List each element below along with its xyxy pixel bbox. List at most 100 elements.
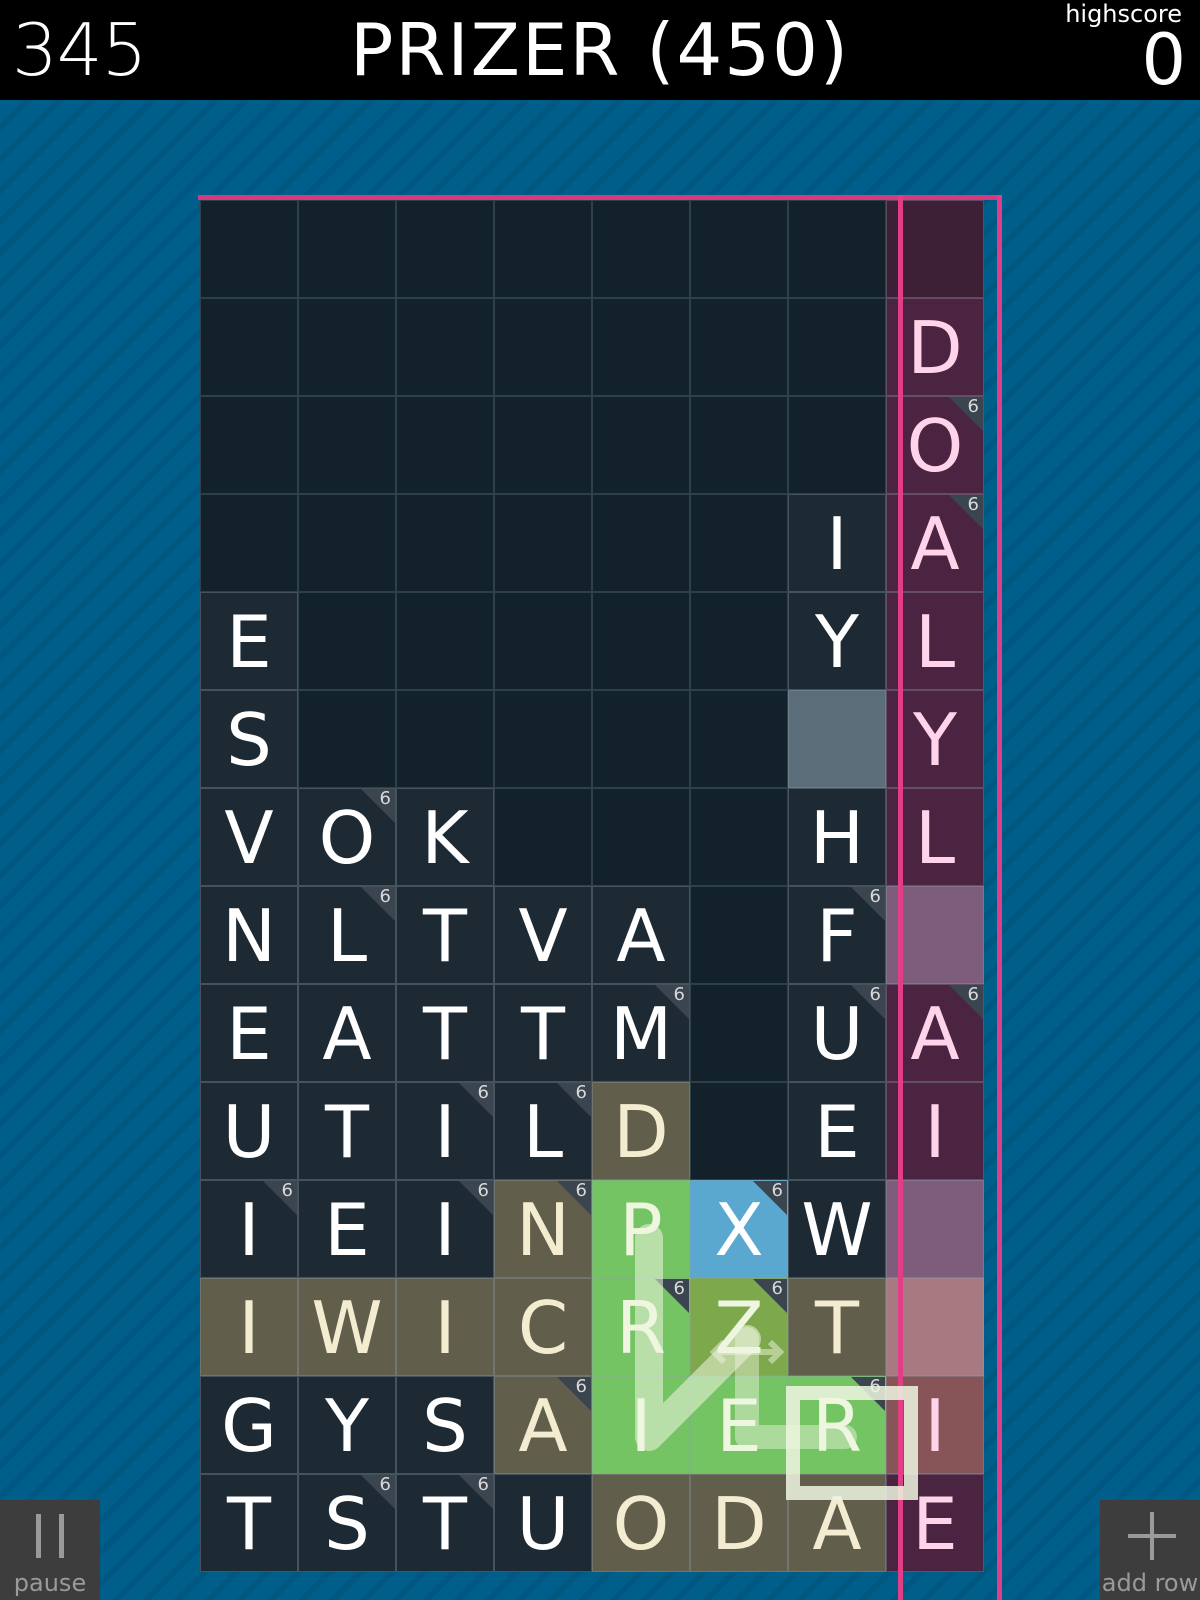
- letter-tile[interactable]: I6: [396, 1180, 494, 1278]
- empty-cell[interactable]: [592, 200, 690, 298]
- letter-tile[interactable]: U: [494, 1474, 592, 1572]
- empty-cell[interactable]: [200, 298, 298, 396]
- letter-tile[interactable]: I6: [396, 1082, 494, 1180]
- letter-tile[interactable]: R6: [592, 1278, 690, 1376]
- letter-tile[interactable]: P: [592, 1180, 690, 1278]
- empty-cell[interactable]: [396, 200, 494, 298]
- letter-tile[interactable]: U: [200, 1082, 298, 1180]
- empty-cell[interactable]: [690, 1082, 788, 1180]
- empty-cell[interactable]: [690, 200, 788, 298]
- letter-tile[interactable]: W: [788, 1180, 886, 1278]
- letter-tile[interactable]: T: [494, 984, 592, 1082]
- empty-cell[interactable]: [494, 592, 592, 690]
- letter-tile[interactable]: W: [298, 1278, 396, 1376]
- empty-cell[interactable]: [690, 592, 788, 690]
- empty-cell[interactable]: [494, 690, 592, 788]
- empty-cell[interactable]: [690, 984, 788, 1082]
- letter-tile[interactable]: T: [396, 984, 494, 1082]
- letter-tile[interactable]: E: [690, 1376, 788, 1474]
- letter-tile[interactable]: I6: [200, 1180, 298, 1278]
- empty-cell[interactable]: [396, 298, 494, 396]
- add-row-button[interactable]: add row: [1100, 1500, 1200, 1600]
- letter-tile[interactable]: A: [592, 886, 690, 984]
- empty-cell[interactable]: [690, 396, 788, 494]
- letter-tile[interactable]: Y: [788, 592, 886, 690]
- letter-tile[interactable]: R6: [788, 1376, 886, 1474]
- letter-tile[interactable]: U6: [788, 984, 886, 1082]
- letter-tile[interactable]: T: [298, 1082, 396, 1180]
- letter-tile[interactable]: E: [200, 592, 298, 690]
- empty-cell[interactable]: [200, 200, 298, 298]
- letter-tile[interactable]: T: [200, 1474, 298, 1572]
- letter-tile[interactable]: F6: [788, 886, 886, 984]
- empty-cell[interactable]: [494, 298, 592, 396]
- empty-cell[interactable]: [396, 396, 494, 494]
- letter-tile[interactable]: T: [396, 886, 494, 984]
- letter-tile[interactable]: X6: [690, 1180, 788, 1278]
- empty-cell[interactable]: [396, 592, 494, 690]
- empty-cell[interactable]: [592, 494, 690, 592]
- empty-cell[interactable]: [788, 200, 886, 298]
- letter-tile[interactable]: S: [200, 690, 298, 788]
- empty-cell[interactable]: [788, 396, 886, 494]
- letter-tile[interactable]: I: [592, 1376, 690, 1474]
- letter-tile[interactable]: C: [494, 1278, 592, 1376]
- empty-cell[interactable]: [690, 690, 788, 788]
- letter-tile[interactable]: D: [592, 1082, 690, 1180]
- blank-tile[interactable]: [788, 690, 886, 788]
- empty-cell[interactable]: [200, 396, 298, 494]
- letter-tile[interactable]: A: [788, 1474, 886, 1572]
- empty-cell[interactable]: [690, 788, 788, 886]
- letter-tile[interactable]: S: [396, 1376, 494, 1474]
- letter-tile[interactable]: E: [298, 1180, 396, 1278]
- empty-cell[interactable]: [200, 494, 298, 592]
- empty-cell[interactable]: [298, 690, 396, 788]
- empty-cell[interactable]: [298, 200, 396, 298]
- empty-cell[interactable]: [396, 494, 494, 592]
- empty-cell[interactable]: [592, 298, 690, 396]
- empty-cell[interactable]: [592, 788, 690, 886]
- letter-tile[interactable]: V: [494, 886, 592, 984]
- empty-cell[interactable]: [298, 592, 396, 690]
- letter-tile[interactable]: I: [396, 1278, 494, 1376]
- empty-cell[interactable]: [690, 494, 788, 592]
- empty-cell[interactable]: [494, 788, 592, 886]
- letter-tile[interactable]: N6: [494, 1180, 592, 1278]
- empty-cell[interactable]: [298, 396, 396, 494]
- empty-cell[interactable]: [494, 200, 592, 298]
- letter-tile[interactable]: V: [200, 788, 298, 886]
- letter-tile[interactable]: N: [200, 886, 298, 984]
- letter-tile[interactable]: A: [298, 984, 396, 1082]
- letter-tile[interactable]: E: [788, 1082, 886, 1180]
- letter-tile[interactable]: Z6: [690, 1278, 788, 1376]
- letter-tile[interactable]: G: [200, 1376, 298, 1474]
- letter-tile[interactable]: D: [690, 1474, 788, 1572]
- letter-tile[interactable]: M6: [592, 984, 690, 1082]
- empty-cell[interactable]: [494, 494, 592, 592]
- empty-cell[interactable]: [396, 690, 494, 788]
- letter-tile[interactable]: L6: [494, 1082, 592, 1180]
- letter-tile[interactable]: T: [788, 1278, 886, 1376]
- letter-tile[interactable]: T6: [396, 1474, 494, 1572]
- empty-cell[interactable]: [298, 298, 396, 396]
- letter-tile[interactable]: O6: [298, 788, 396, 886]
- letter-tile[interactable]: A6: [494, 1376, 592, 1474]
- letter-tile[interactable]: Y: [298, 1376, 396, 1474]
- pause-button[interactable]: pause: [0, 1500, 100, 1600]
- empty-cell[interactable]: [788, 298, 886, 396]
- letter-tile[interactable]: S6: [298, 1474, 396, 1572]
- empty-cell[interactable]: [690, 298, 788, 396]
- letter-tile[interactable]: I: [200, 1278, 298, 1376]
- letter-tile[interactable]: E: [200, 984, 298, 1082]
- empty-cell[interactable]: [592, 592, 690, 690]
- letter-tile[interactable]: I: [788, 494, 886, 592]
- empty-cell[interactable]: [298, 494, 396, 592]
- empty-cell[interactable]: [592, 396, 690, 494]
- empty-cell[interactable]: [494, 396, 592, 494]
- letter-tile[interactable]: H: [788, 788, 886, 886]
- empty-cell[interactable]: [592, 690, 690, 788]
- letter-tile[interactable]: O: [592, 1474, 690, 1572]
- empty-cell[interactable]: [690, 886, 788, 984]
- letter-tile[interactable]: K: [396, 788, 494, 886]
- letter-tile[interactable]: L6: [298, 886, 396, 984]
